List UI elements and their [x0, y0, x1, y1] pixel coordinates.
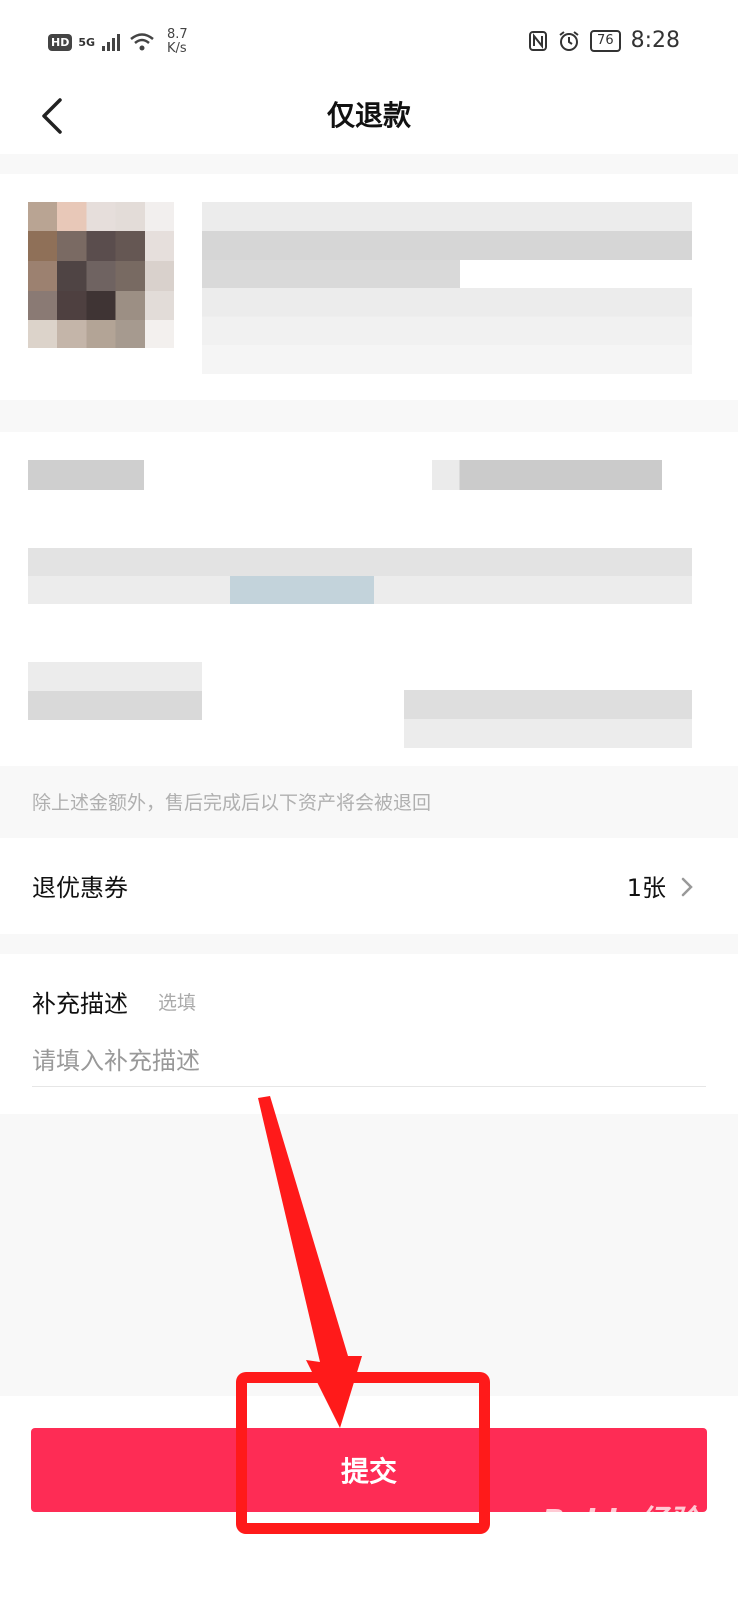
thumb-row-5: [28, 320, 174, 348]
thumb-row-3: [28, 261, 174, 291]
coupon-label: 退优惠券: [32, 874, 128, 902]
product-title-line2: [202, 260, 460, 288]
speed-value: 8.7: [167, 27, 188, 42]
hd-badge: HD: [48, 33, 73, 51]
coupon-count: 1张: [626, 874, 666, 902]
speed-unit: K/s: [167, 41, 187, 56]
alarm-icon: [559, 30, 579, 51]
refund-reason-value-blurred: [432, 460, 662, 490]
signal-bars-icon: [102, 34, 121, 51]
nav-bar: 仅退款: [0, 78, 738, 154]
refund-info-blurred: [0, 432, 738, 766]
watermark-brand: Baidu经验: [541, 1504, 698, 1539]
network-speed: 8.7 K/s: [167, 28, 188, 56]
signal-label: 5G: [78, 35, 96, 49]
refund-link-blurred: [230, 576, 374, 604]
clock: 8:28: [630, 28, 680, 53]
watermark-url: jingyan.baidu.com: [578, 1536, 698, 1551]
product-card-blurred: [0, 174, 738, 400]
optional-hint: 选填: [158, 992, 197, 1014]
status-right: 76 8:28: [528, 28, 680, 53]
page-title: 仅退款: [326, 99, 411, 132]
product-spec-blurred: [202, 288, 692, 374]
coupon-row[interactable]: 退优惠券 1张: [0, 838, 738, 934]
refund-amount-label-blurred: [28, 662, 202, 720]
nfc-icon: [529, 30, 548, 51]
description-section: 补充描述 选填: [0, 954, 738, 1114]
status-left: HD 5G 8.7 K/s: [48, 28, 188, 56]
thumb-row-2: [28, 231, 174, 261]
battery-indicator: 76: [590, 29, 621, 52]
wifi-icon: [130, 33, 154, 51]
description-input[interactable]: [32, 1036, 706, 1087]
asset-return-notice: 除上述金额外，售后完成后以下资产将会被退回: [32, 792, 432, 814]
thumb-row-4: [28, 291, 174, 320]
chevron-right-icon: [681, 877, 693, 897]
refund-reason-label-blurred: [28, 460, 144, 490]
status-bar: HD 5G 8.7 K/s 76 8:28: [0, 0, 738, 78]
description-label: 补充描述: [32, 990, 128, 1018]
product-title-blurred: [202, 202, 692, 260]
refund-amount-value-blurred: [404, 690, 692, 748]
